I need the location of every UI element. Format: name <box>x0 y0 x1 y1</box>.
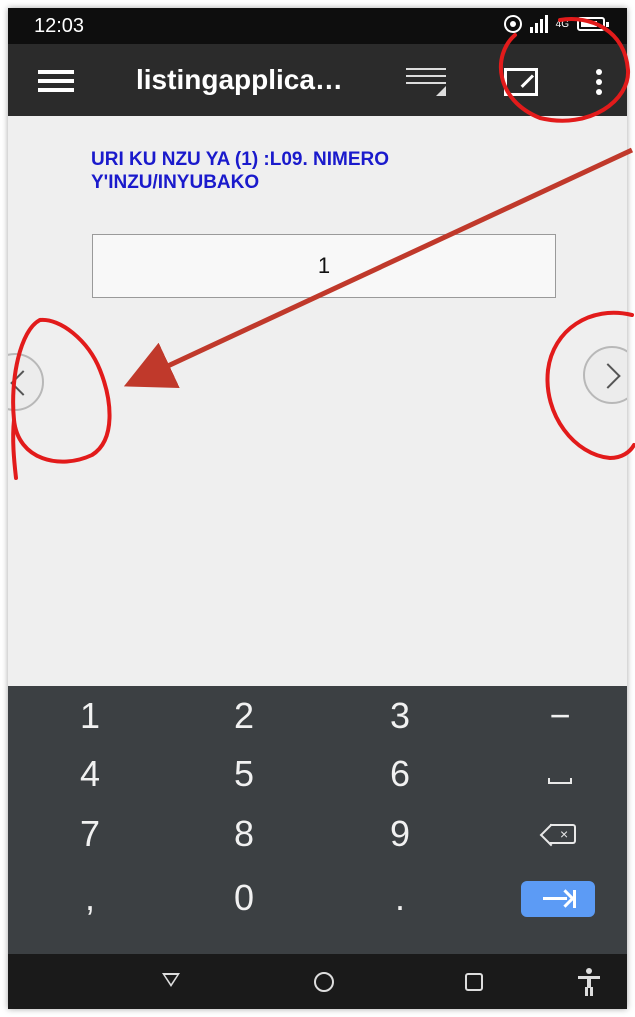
key-comma[interactable]: , <box>50 868 130 928</box>
system-nav-bar <box>8 954 627 1009</box>
key-8[interactable]: 8 <box>204 804 284 864</box>
key-minus[interactable]: − <box>520 686 600 746</box>
chevron-left-icon <box>10 370 36 396</box>
accessibility-icon[interactable] <box>578 968 600 996</box>
backspace-icon: × <box>539 823 578 847</box>
key-1[interactable]: 1 <box>50 686 130 746</box>
recents-icon[interactable] <box>465 973 483 991</box>
menu-icon[interactable] <box>38 70 74 92</box>
space-icon <box>548 778 572 784</box>
status-bar: 12:03 4G <box>8 8 627 44</box>
numeric-keyboard: 1 2 3 − 4 5 6 7 8 9 × , 0 . <box>8 686 627 954</box>
key-7[interactable]: 7 <box>50 804 130 864</box>
key-backspace[interactable]: × <box>520 804 600 864</box>
status-time: 12:03 <box>34 15 85 37</box>
key-period[interactable]: . <box>360 868 440 928</box>
app-bar: listingapplica… <box>8 44 627 116</box>
key-9[interactable]: 9 <box>360 804 440 864</box>
key-4[interactable]: 4 <box>50 744 130 804</box>
enter-key[interactable] <box>521 881 595 917</box>
network-type-label: 4G <box>555 18 569 30</box>
next-button[interactable] <box>583 346 627 404</box>
question-label: URI KU NZU YA (1) :L09. NIMERO Y'INZU/IN… <box>91 149 390 193</box>
more-vert-icon[interactable] <box>596 69 602 95</box>
chevron-right-icon <box>595 363 621 389</box>
back-icon[interactable] <box>162 973 180 987</box>
home-icon[interactable] <box>314 972 334 992</box>
key-2[interactable]: 2 <box>204 686 284 746</box>
signal-icon <box>529 15 548 33</box>
hotspot-icon <box>503 15 522 33</box>
edit-icon[interactable] <box>504 68 538 96</box>
phone-screen: 12:03 4G listingapplica… URI KU NZU YA (… <box>8 8 627 1009</box>
previous-button[interactable] <box>8 353 44 411</box>
key-6[interactable]: 6 <box>360 744 440 804</box>
key-space[interactable] <box>520 744 600 804</box>
app-title: listingapplica… <box>136 64 343 95</box>
battery-icon <box>577 17 609 31</box>
key-0[interactable]: 0 <box>204 868 284 928</box>
key-3[interactable]: 3 <box>360 686 440 746</box>
key-5[interactable]: 5 <box>204 744 284 804</box>
sort-icon[interactable] <box>406 68 446 96</box>
answer-input[interactable]: 1 <box>92 234 556 298</box>
status-icons: 4G <box>503 15 609 33</box>
